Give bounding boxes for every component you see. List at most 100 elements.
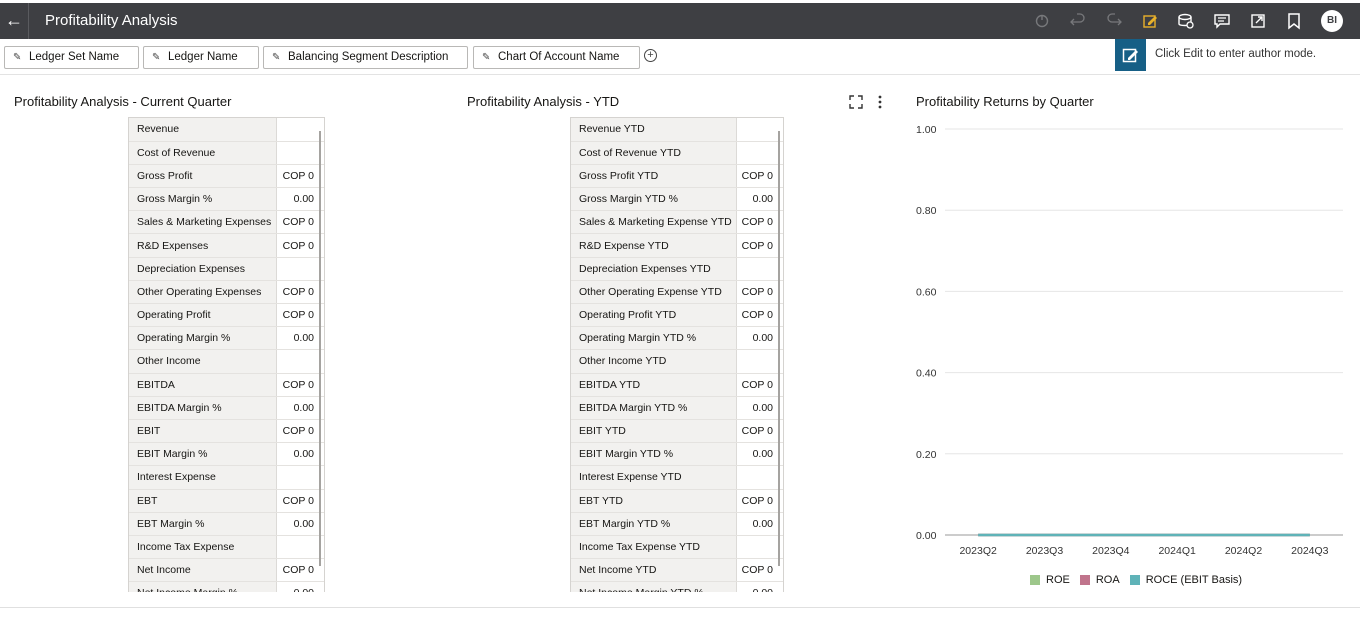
x-tick-label: 2023Q4 [1092, 545, 1130, 557]
row-value: COP 0 [276, 280, 324, 305]
legend-swatch [1079, 575, 1090, 585]
row-value: 0.00 [276, 187, 324, 212]
row-label: Other Income [129, 349, 277, 374]
back-arrow-icon[interactable]: ← [0, 3, 28, 39]
user-avatar[interactable]: BI [1321, 10, 1343, 32]
x-tick-label: 2024Q3 [1291, 545, 1329, 557]
table-row: Gross Margin YTD % 0.00 [571, 187, 783, 212]
row-value [736, 535, 783, 560]
row-value: COP 0 [736, 373, 783, 397]
y-tick-label: 0.80 [916, 205, 937, 217]
filter-chart-of-account-name[interactable]: ✎ Chart Of Account Name [473, 46, 640, 69]
row-value: COP 0 [276, 164, 324, 189]
scrollbar[interactable] [319, 131, 321, 566]
filter-balancing-segment[interactable]: ✎ Balancing Segment Description [263, 46, 468, 69]
row-label: EBITDA Margin % [129, 396, 277, 420]
row-value: COP 0 [276, 489, 324, 513]
row-label: Operating Profit [129, 303, 277, 328]
row-value: COP 0 [736, 303, 783, 328]
row-value [736, 465, 783, 490]
row-label: Sales & Marketing Expenses [129, 210, 277, 235]
row-label: EBIT YTD [571, 419, 737, 444]
data-source-icon[interactable] [1176, 11, 1196, 31]
bookmark-icon[interactable] [1284, 11, 1304, 31]
row-value: 0.00 [276, 396, 324, 420]
row-value: COP 0 [736, 233, 783, 258]
table-row: Net Income YTD COP 0 [571, 558, 783, 583]
scrollbar[interactable] [778, 131, 780, 566]
edit-mode-button[interactable] [1115, 39, 1146, 71]
table-row: Revenue YTD [571, 118, 783, 142]
row-value: COP 0 [736, 210, 783, 235]
row-label: Income Tax Expense YTD [571, 535, 737, 560]
row-value: 0.00 [276, 442, 324, 467]
row-label: Sales & Marketing Expense YTD [571, 210, 737, 235]
row-value: COP 0 [276, 419, 324, 444]
row-label: EBT Margin % [129, 512, 277, 536]
table-row: Interest Expense [129, 465, 324, 490]
table-row: EBITDA Margin YTD % 0.00 [571, 396, 783, 420]
table-row: EBT YTD COP 0 [571, 489, 783, 513]
table-row: Cost of Revenue YTD [571, 141, 783, 165]
ytd-title: Profitability Analysis - YTD [467, 94, 620, 109]
row-label: EBITDA [129, 373, 277, 397]
undo-icon[interactable] [1068, 11, 1088, 31]
row-value: COP 0 [276, 210, 324, 235]
header-divider [28, 3, 29, 39]
row-value: COP 0 [736, 280, 783, 305]
row-label: Gross Profit [129, 164, 277, 189]
table-row: EBIT YTD COP 0 [571, 419, 783, 444]
edit-icon[interactable] [1140, 11, 1160, 31]
row-value [276, 257, 324, 281]
add-filter-icon[interactable]: + [644, 49, 657, 62]
comment-icon[interactable] [1212, 11, 1232, 31]
row-label: Revenue YTD [571, 118, 737, 142]
x-tick-label: 2024Q2 [1225, 545, 1263, 557]
row-label: Depreciation Expenses [129, 257, 277, 281]
row-value: 0.00 [276, 326, 324, 351]
table-row: Income Tax Expense YTD [571, 535, 783, 560]
current-quarter-grid: Revenue Cost of Revenue Gross Profit COP 0G… [129, 118, 324, 592]
table-row: Net Income Margin YTD %0.00 [571, 581, 783, 592]
table-row: EBT COP 0 [129, 489, 324, 513]
row-value: COP 0 [276, 373, 324, 397]
legend-swatch [1030, 575, 1040, 585]
table-row: Operating Margin % 0.00 [129, 326, 324, 351]
table-row: EBITDA YTD COP 0 [571, 373, 783, 397]
filter-bar: ✎ Ledger Set Name ✎ Ledger Name ✎ Balancing… [0, 39, 1360, 75]
row-value: 0.00 [736, 326, 783, 351]
row-value [276, 465, 324, 490]
row-label: Net Income Margin YTD % [571, 581, 737, 592]
row-value [276, 118, 324, 142]
redo-icon[interactable] [1104, 11, 1124, 31]
table-row: EBT Margin % 0.00 [129, 512, 324, 536]
pin-icon: ✎ [272, 52, 281, 63]
filter-ledger-name[interactable]: ✎ Ledger Name [143, 46, 259, 69]
row-value: COP 0 [736, 419, 783, 444]
legend-label: ROCE (EBIT Basis) [1145, 574, 1243, 586]
row-label: Other Operating Expenses [129, 280, 277, 305]
row-label: R&D Expense YTD [571, 233, 737, 258]
legend-item[interactable]: ROE [1030, 574, 1070, 586]
table-row: Revenue [129, 118, 324, 142]
row-label: EBT YTD [571, 489, 737, 513]
table-row: EBITDA Margin % 0.00 [129, 396, 324, 420]
table-row: Sales & Marketing Expense YTD COP 0 [571, 210, 783, 235]
row-label: Depreciation Expenses YTD [571, 257, 737, 281]
more-options-icon[interactable] [872, 94, 888, 110]
table-row: EBT Margin YTD % 0.00 [571, 512, 783, 536]
filter-ledger-set-name[interactable]: ✎ Ledger Set Name [4, 46, 139, 69]
row-value: COP 0 [276, 233, 324, 258]
table-row: R&D Expense YTD COP 0 [571, 233, 783, 258]
row-value [736, 349, 783, 374]
row-value: COP 0 [736, 164, 783, 189]
row-value: 0.00 [736, 581, 783, 592]
row-label: Income Tax Expense [129, 535, 277, 560]
legend-item[interactable]: ROCE (EBIT Basis) [1129, 574, 1243, 586]
returns-line-chart: 0.00 0.20 0.40 0.60 0.80 1.00 2023Q2 2023Q3 2023… [916, 124, 1343, 557]
export-icon[interactable] [1248, 11, 1268, 31]
refresh-icon[interactable] [1032, 11, 1052, 31]
maximize-icon[interactable] [848, 94, 864, 110]
current-quarter-title: Profitability Analysis - Current Quarter [14, 94, 232, 109]
legend-item[interactable]: ROA [1079, 574, 1120, 586]
